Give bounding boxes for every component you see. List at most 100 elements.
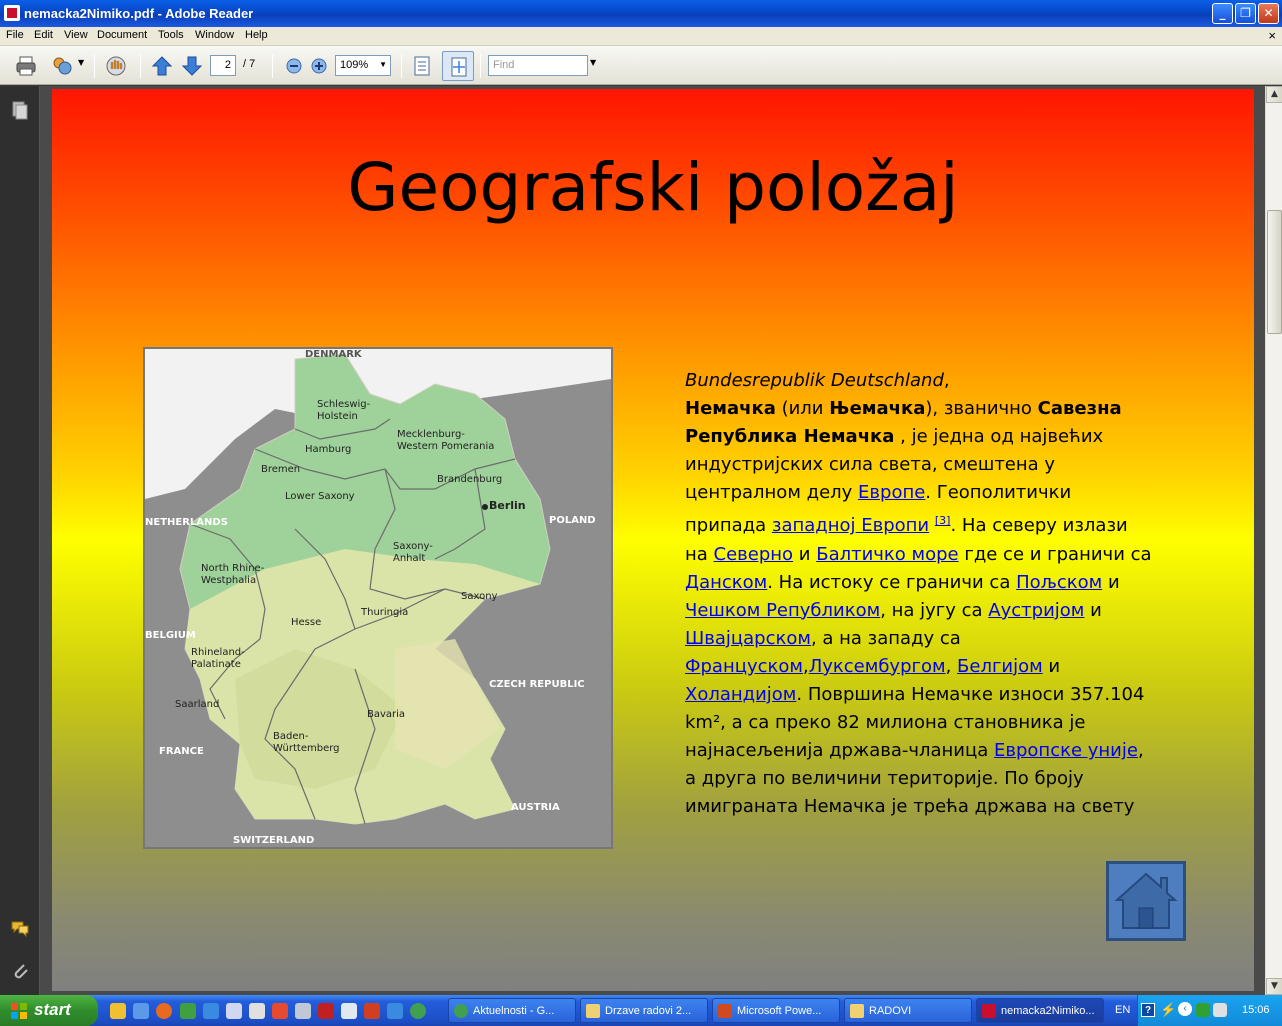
start-label: start	[34, 1000, 71, 1019]
chevron-down-icon[interactable]: ▼	[590, 58, 596, 67]
map-label-switzerland: SWITZERLAND	[233, 835, 314, 846]
link-poljskom[interactable]: Пољском	[1016, 572, 1102, 593]
menu-window[interactable]: Window	[195, 29, 234, 41]
quicklaunch-icon[interactable]	[226, 1003, 242, 1019]
menu-document[interactable]: Document	[97, 29, 147, 41]
quicklaunch-icon[interactable]	[133, 1003, 149, 1019]
restore-button[interactable]: ❐	[1235, 3, 1256, 24]
map-label-holstein: Holstein	[317, 411, 358, 422]
link-evrope[interactable]: Европе	[858, 482, 925, 503]
ie-icon[interactable]	[387, 1003, 403, 1019]
window-title: nemacka2Nimiko.pdf - Adobe Reader	[24, 6, 254, 21]
chevron-left-icon[interactable]: ‹	[1178, 1002, 1192, 1016]
link-francuskom[interactable]: Француском	[685, 656, 803, 677]
scroll-down-button[interactable]: ▼	[1266, 978, 1282, 995]
previous-page-icon[interactable]	[150, 54, 174, 78]
germany-map-image: DENMARK Schleswig- Holstein Mecklenburg-…	[145, 349, 611, 847]
menu-file[interactable]: File	[6, 29, 24, 41]
link-zapadnoj-evropi[interactable]: западној Европи	[772, 515, 929, 536]
map-label-netherlands: NETHERLANDS	[145, 517, 228, 528]
taskbar: start Aktuelnosti - G... Drzave radovi 2…	[0, 995, 1282, 1026]
link-austrijom[interactable]: Аустријом	[988, 600, 1084, 621]
tray-icon[interactable]	[1213, 1003, 1227, 1017]
ie-icon[interactable]	[203, 1003, 219, 1019]
close-button[interactable]: ✕	[1258, 3, 1279, 24]
map-label-hamburg: Hamburg	[305, 444, 351, 455]
link-ceskom[interactable]: Чешком Републиком	[685, 600, 880, 621]
comments-icon[interactable]	[10, 918, 30, 938]
firefox-icon[interactable]	[156, 1003, 172, 1019]
close-document-icon[interactable]: ×	[1268, 28, 1276, 43]
chevron-down-icon[interactable]: ▼	[78, 58, 84, 67]
link-reference[interactable]: [3]	[935, 514, 951, 527]
quicklaunch-icon[interactable]	[249, 1003, 265, 1019]
quicklaunch-icon[interactable]	[295, 1003, 311, 1019]
link-belgijom[interactable]: Белгијом	[957, 656, 1043, 677]
menu-tools[interactable]: Tools	[158, 29, 184, 41]
scrolling-mode-icon[interactable]	[410, 54, 434, 78]
text-fragment: ,	[945, 655, 958, 677]
print-icon[interactable]	[14, 54, 38, 78]
pages-icon[interactable]	[10, 100, 30, 120]
menu-view[interactable]: View	[64, 29, 88, 41]
task-label: Drzave radovi 2...	[605, 1005, 692, 1017]
task-label: Aktuelnosti - G...	[473, 1005, 555, 1017]
map-label-denmark: DENMARK	[305, 349, 363, 360]
fit-page-button[interactable]	[442, 51, 474, 81]
menu-edit[interactable]: Edit	[34, 29, 53, 41]
link-severno[interactable]: Северно	[714, 544, 794, 565]
quicklaunch-icon[interactable]	[272, 1003, 288, 1019]
minimize-button[interactable]: _	[1212, 3, 1233, 24]
folder-icon	[850, 1004, 864, 1018]
attachments-icon[interactable]	[10, 960, 30, 980]
clock[interactable]: 15:06	[1242, 1004, 1270, 1016]
tray-icon[interactable]	[1196, 1003, 1210, 1017]
taskbar-item-chrome[interactable]: Aktuelnosti - G...	[448, 998, 576, 1023]
text-bold: Немачка	[685, 398, 776, 420]
quicklaunch-icon[interactable]	[364, 1003, 380, 1019]
home-button[interactable]	[1106, 861, 1186, 941]
link-evropske-unije[interactable]: Европске уније	[994, 740, 1138, 761]
quicklaunch-icon[interactable]	[318, 1003, 334, 1019]
taskbar-item-folder[interactable]: Drzave radovi 2...	[580, 998, 708, 1023]
menu-help[interactable]: Help	[245, 29, 268, 41]
map-label-berlin: Berlin	[489, 499, 526, 512]
german-name: Bundesrepublik Deutschland	[685, 370, 944, 391]
page-number-input[interactable]: 2	[210, 55, 236, 76]
help-icon[interactable]: ?	[1141, 1003, 1155, 1017]
map-label-saxony-state: Saxony	[461, 591, 498, 602]
link-luksemburgom[interactable]: Луксембургом	[809, 656, 946, 677]
folder-icon	[586, 1004, 600, 1018]
link-danskom[interactable]: Данском	[685, 572, 767, 593]
zoom-value: 109%	[340, 59, 369, 71]
scroll-up-button[interactable]: ▲	[1266, 86, 1282, 103]
taskbar-item-radovi[interactable]: RADOVI	[844, 998, 972, 1023]
collaborate-icon[interactable]	[50, 54, 74, 78]
zoom-select[interactable]: 109% ▼	[335, 55, 391, 76]
text-fragment: (или	[775, 398, 830, 420]
taskbar-item-adobe-reader[interactable]: nemacka2Nimiko...	[976, 998, 1104, 1023]
find-input[interactable]: Find	[488, 55, 588, 76]
link-holandijom[interactable]: Холандијом	[685, 684, 796, 705]
hand-tool-icon[interactable]	[104, 54, 128, 78]
map-label-hesse: Hesse	[291, 617, 321, 628]
chrome-icon	[454, 1004, 468, 1018]
scroll-thumb[interactable]	[1267, 210, 1282, 334]
quicklaunch-icon[interactable]	[110, 1003, 126, 1019]
start-button[interactable]: start	[0, 995, 98, 1026]
next-page-icon[interactable]	[180, 54, 204, 78]
taskbar-item-powerpoint[interactable]: Microsoft Powe...	[712, 998, 840, 1023]
zoom-out-icon[interactable]	[282, 54, 306, 78]
map-label-bremen: Bremen	[261, 464, 300, 475]
quicklaunch-icon[interactable]	[341, 1003, 357, 1019]
language-indicator[interactable]: EN	[1115, 1004, 1130, 1016]
text-fragment: и	[1084, 599, 1102, 621]
link-svajcarskom[interactable]: Швајцарском	[685, 628, 811, 649]
map-label-saarland: Saarland	[175, 699, 219, 710]
network-icon[interactable]: ⚡	[1160, 1002, 1176, 1018]
quicklaunch-icon[interactable]	[180, 1003, 196, 1019]
zoom-in-icon[interactable]	[307, 54, 331, 78]
chrome-icon[interactable]	[410, 1003, 426, 1019]
link-balticko-more[interactable]: Балтичко море	[816, 544, 958, 565]
vertical-scrollbar[interactable]: ▲ ▼	[1265, 86, 1282, 995]
